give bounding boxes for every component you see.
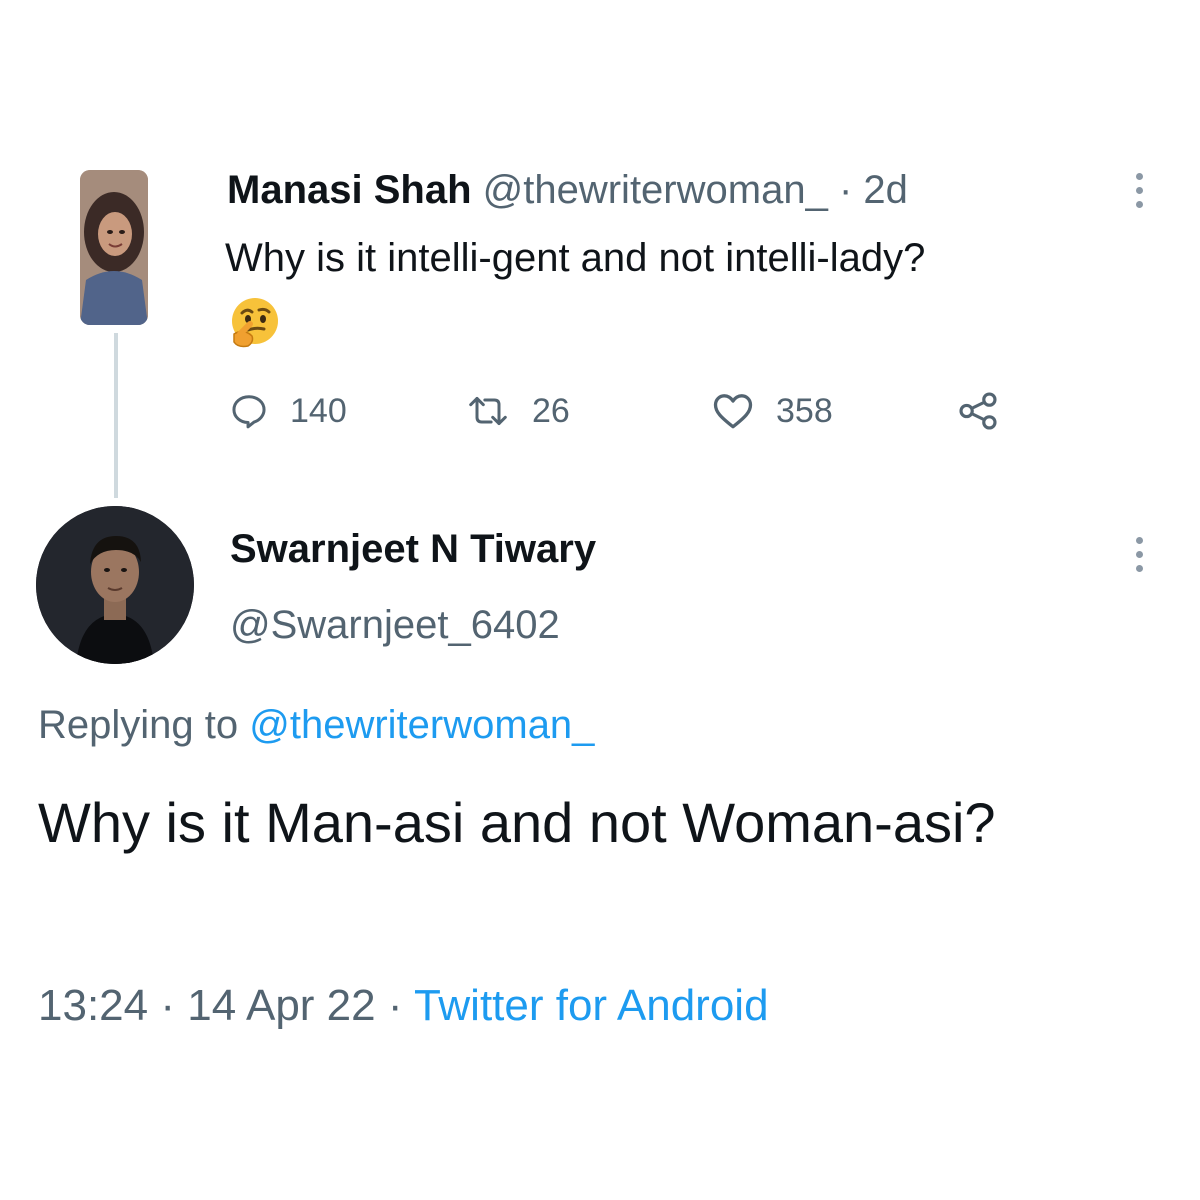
avatar[interactable]	[36, 506, 194, 664]
retweet-icon	[469, 396, 507, 426]
tweet-text: Why is it intelli-gent and not intelli-l…	[225, 236, 926, 280]
like-count: 358	[776, 391, 833, 430]
separator-dot: ·	[160, 981, 175, 1030]
author-handle[interactable]: @Swarnjeet_6402	[230, 600, 560, 650]
source-link[interactable]: Twitter for Android	[414, 981, 769, 1030]
retweet-count: 26	[532, 391, 570, 430]
more-options-icon[interactable]	[1132, 537, 1146, 572]
tweet-date[interactable]: 14 Apr 22	[187, 981, 375, 1030]
avatar[interactable]	[80, 170, 148, 325]
thinking-face-icon	[228, 296, 282, 350]
share-icon	[959, 392, 997, 430]
profile-photo	[36, 506, 194, 664]
replying-to-line: Replying to @thewriterwoman_	[38, 700, 594, 750]
share-action[interactable]	[956, 388, 1000, 434]
mention-link[interactable]: @thewriterwoman_	[249, 703, 594, 747]
heart-icon	[713, 394, 753, 429]
author-handle[interactable]: @thewriterwoman_	[483, 168, 828, 212]
profile-photo	[80, 170, 148, 325]
tweet-metadata: 13:24 · 14 Apr 22 · Twitter for Android	[38, 978, 769, 1034]
reply-action[interactable]: 140	[230, 388, 347, 434]
reply-count: 140	[290, 391, 347, 430]
author-name[interactable]: Manasi Shah	[227, 168, 472, 212]
tweet-text: Why is it Man-asi and not Woman-asi?	[38, 791, 996, 854]
replying-to-label: Replying to	[38, 703, 239, 747]
tweet-header: Manasi Shah @thewriterwoman_ · 2d	[227, 166, 908, 214]
thread-connector-line	[114, 333, 118, 498]
more-options-icon[interactable]	[1132, 173, 1146, 208]
author-name[interactable]: Swarnjeet N Tiwary	[230, 524, 596, 574]
reply-icon	[232, 395, 266, 429]
like-action[interactable]: 358	[712, 388, 833, 434]
separator-dot: ·	[838, 168, 853, 212]
separator-dot: ·	[387, 981, 403, 1030]
tweet-time[interactable]: 13:24	[38, 981, 148, 1030]
retweet-action[interactable]: 26	[466, 388, 570, 434]
timestamp[interactable]: 2d	[863, 168, 908, 212]
